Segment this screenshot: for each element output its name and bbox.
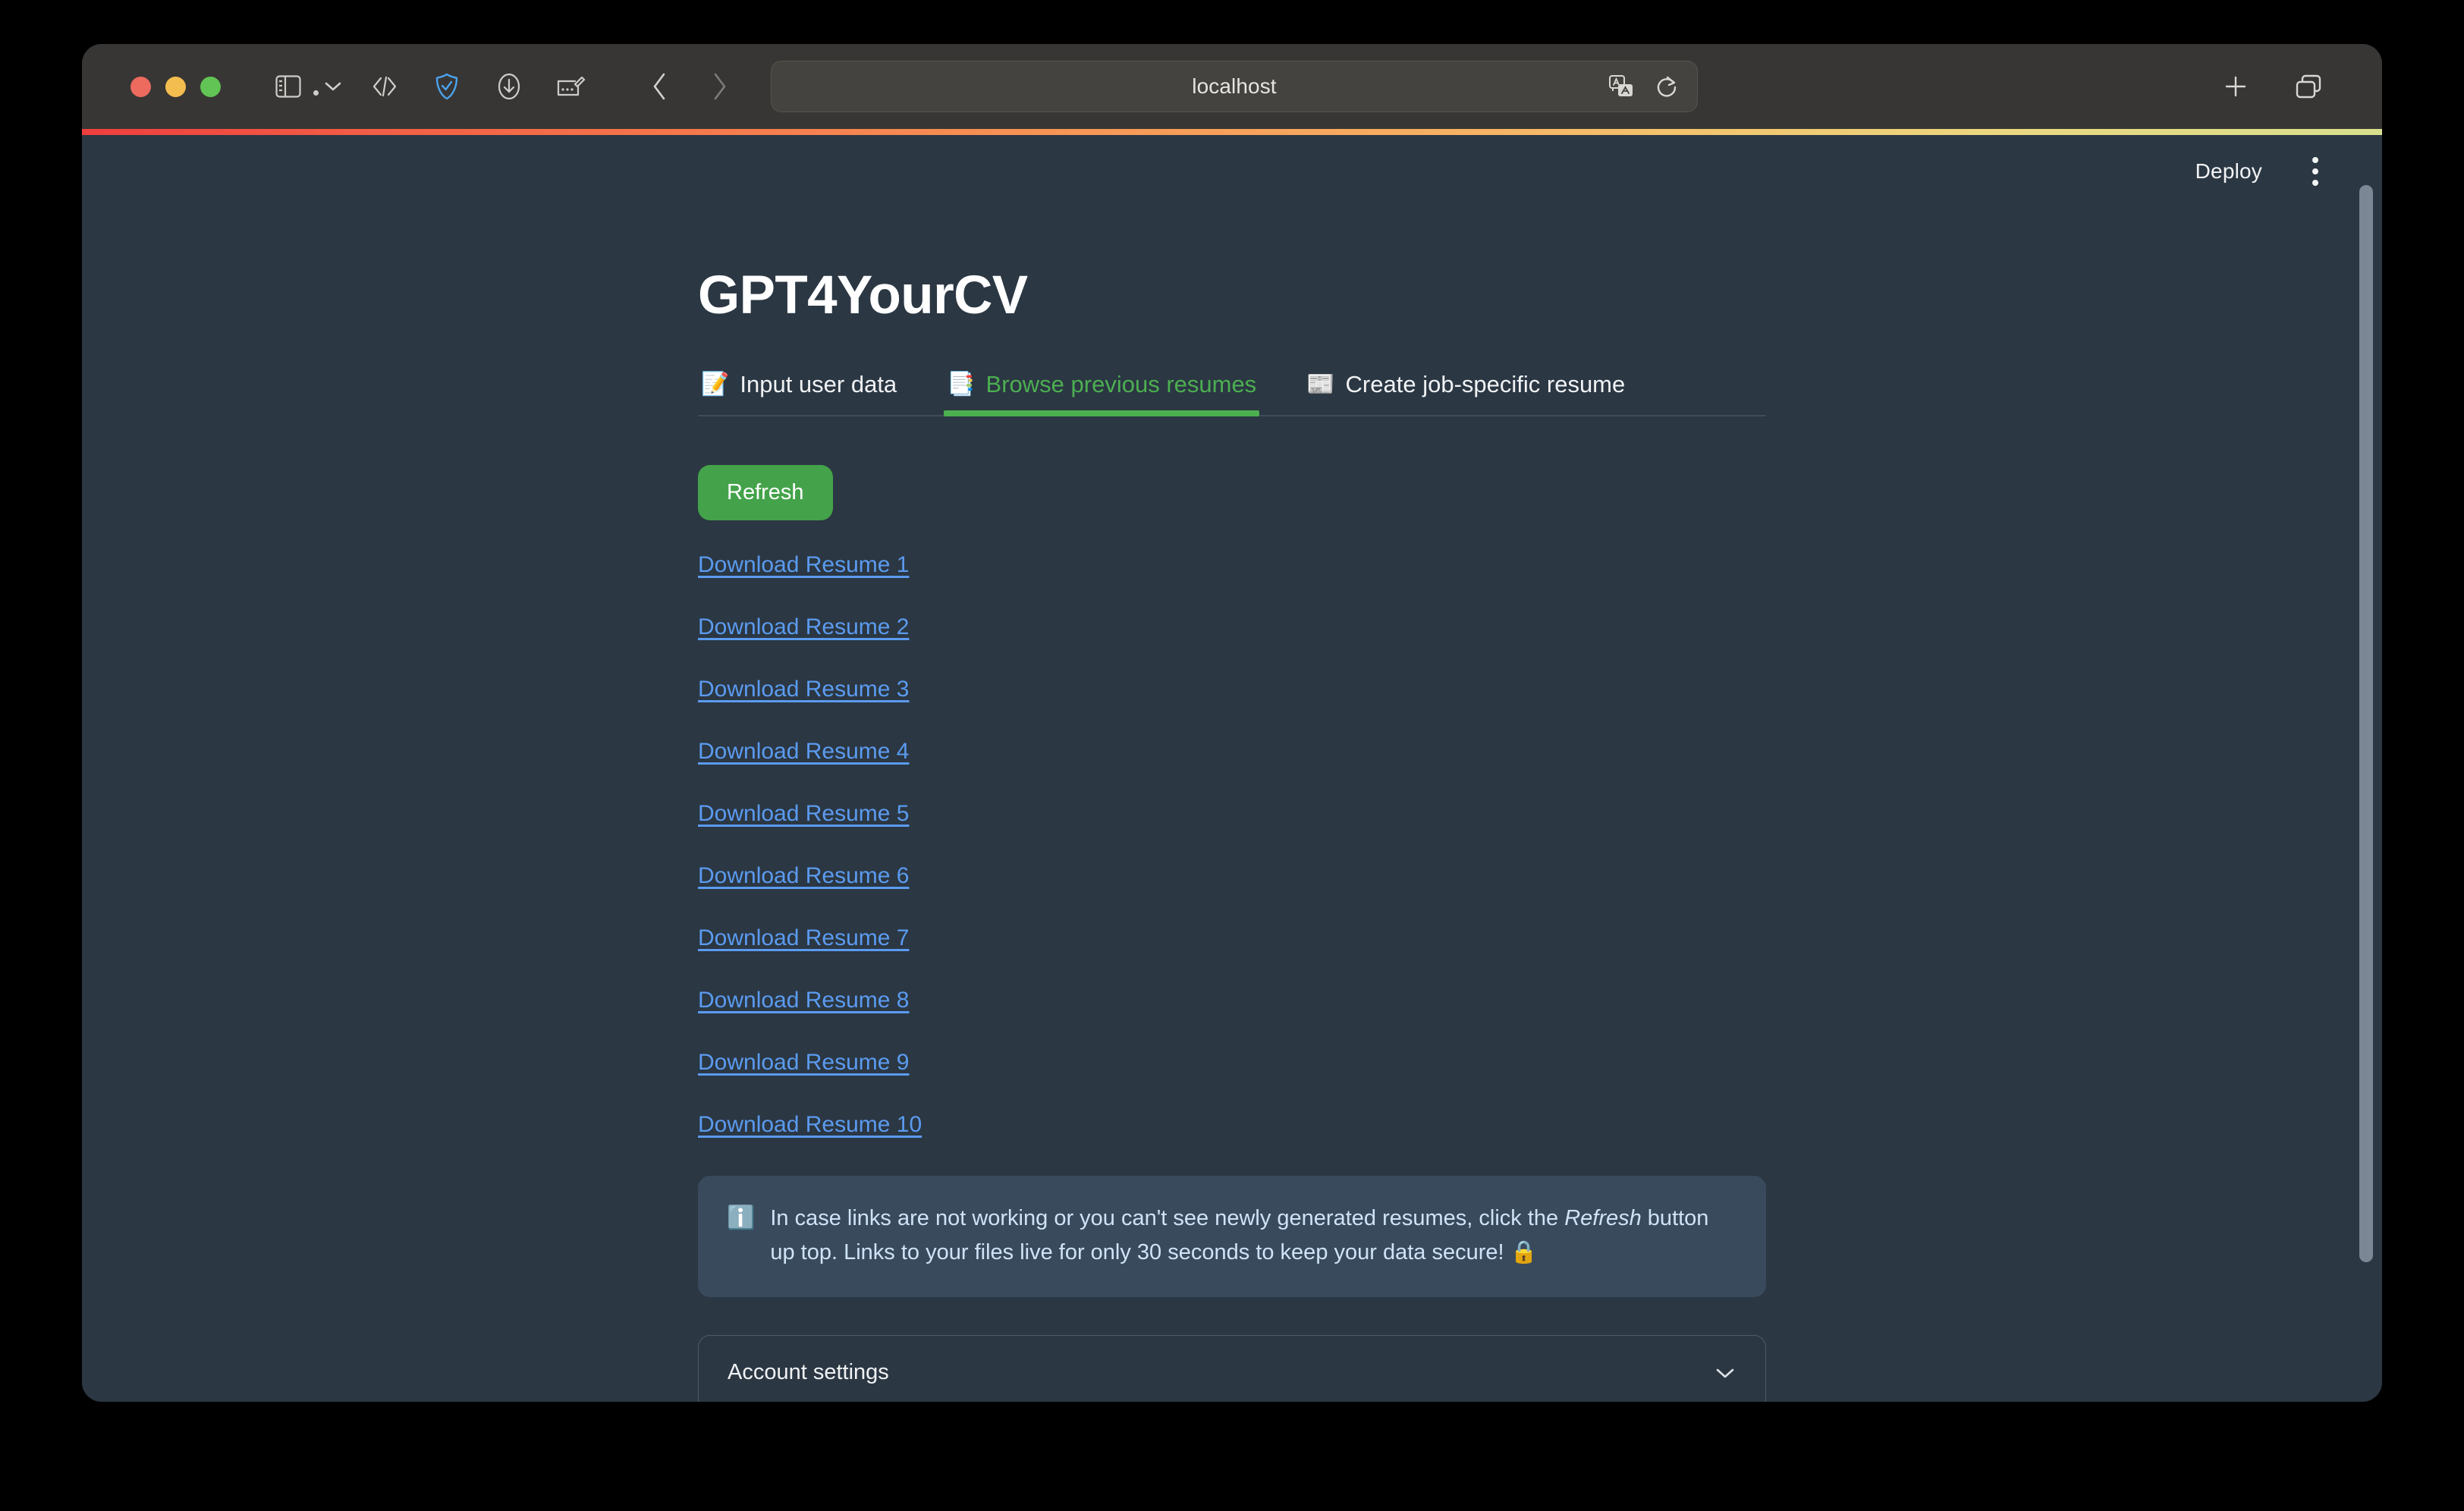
notes-icon[interactable] [548,63,595,110]
info-text-emphasis: Refresh [1564,1206,1642,1230]
navigation-buttons [639,65,740,108]
newspaper-emoji: 📰 [1306,372,1335,397]
tab-label: Create job-specific resume [1345,371,1626,397]
tab-label: Input user data [740,371,897,397]
main-content: GPT4YourCV 📝 Input user data 📑 Browse pr… [698,135,1766,1402]
download-resume-link[interactable]: Download Resume 6 [698,863,909,889]
url-text: localhost [1192,74,1277,98]
tab-create-job-specific-resume[interactable]: 📰 Create job-specific resume [1303,366,1628,415]
minimize-window-button[interactable] [165,76,186,97]
tab-label: Browse previous resumes [985,371,1257,397]
download-resume-link[interactable]: Download Resume 4 [698,739,909,765]
download-resume-link[interactable]: Download Resume 9 [698,1050,909,1076]
new-tab-icon[interactable] [2212,63,2259,110]
download-resume-link[interactable]: Download Resume 2 [698,614,909,640]
tab-browse-previous-resumes[interactable]: 📑 Browse previous resumes [944,366,1260,416]
info-text-before: In case links are not working or you can… [770,1206,1565,1230]
translate-icon[interactable] [1604,70,1638,103]
information-emoji: ℹ️ [727,1205,756,1230]
url-bar-actions [1604,61,1683,112]
app-scrollbar[interactable] [2356,135,2376,1402]
traffic-lights [130,76,221,97]
chevron-down-icon[interactable] [1714,1365,1736,1381]
shield-check-icon[interactable] [423,63,470,110]
streamlit-decoration-bar [82,129,2382,135]
expander-label: Account settings [728,1360,889,1385]
download-resume-link[interactable]: Download Resume 3 [698,677,909,702]
download-resume-link[interactable]: Download Resume 8 [698,988,909,1013]
download-links-list: Download Resume 1 Download Resume 2 Down… [698,552,1766,1138]
close-window-button[interactable] [130,76,151,97]
sidebar-dropdown[interactable] [313,80,343,96]
maximize-window-button[interactable] [200,76,221,97]
toolbar-left-icons [265,63,595,110]
bookmark-tabs-emoji: 📑 [947,372,976,397]
download-icon[interactable] [486,63,533,110]
reload-icon[interactable] [1650,70,1683,103]
scrollbar-thumb[interactable] [2359,185,2373,1262]
code-icon[interactable] [361,63,408,110]
info-alert-text: In case links are not working or you can… [770,1202,1737,1270]
app-header-toolbar: Deploy [2185,135,2382,208]
back-icon[interactable] [639,65,681,108]
url-bar[interactable]: localhost [771,61,1698,112]
tab-bar: 📝 Input user data 📑 Browse previous resu… [698,366,1766,416]
memo-emoji: 📝 [701,372,730,397]
refresh-button[interactable]: Refresh [698,465,833,520]
sidebar-icon[interactable] [265,63,312,110]
account-settings-expander[interactable]: Account settings [698,1334,1766,1402]
browser-window: localhost Deploy GPT4YourCV 📝 Input user… [82,44,2382,1402]
info-alert: ℹ️ In case links are not working or you … [698,1176,1766,1297]
browser-toolbar: localhost [82,44,2382,129]
download-resume-link[interactable]: Download Resume 10 [698,1112,922,1138]
kebab-menu-icon[interactable] [2299,152,2332,191]
download-resume-link[interactable]: Download Resume 5 [698,801,909,827]
app-body: Deploy GPT4YourCV 📝 Input user data 📑 Br… [82,135,2382,1402]
tab-overview-icon[interactable] [2285,63,2332,110]
forward-icon[interactable] [698,65,740,108]
deploy-button[interactable]: Deploy [2185,152,2273,191]
chevron-down-icon [323,80,343,93]
toolbar-right-icons [2212,63,2332,110]
download-resume-link[interactable]: Download Resume 1 [698,552,909,578]
page-title: GPT4YourCV [698,265,1028,325]
tab-input-user-data[interactable]: 📝 Input user data [698,366,900,415]
dot-icon [313,90,319,96]
download-resume-link[interactable]: Download Resume 7 [698,925,909,951]
